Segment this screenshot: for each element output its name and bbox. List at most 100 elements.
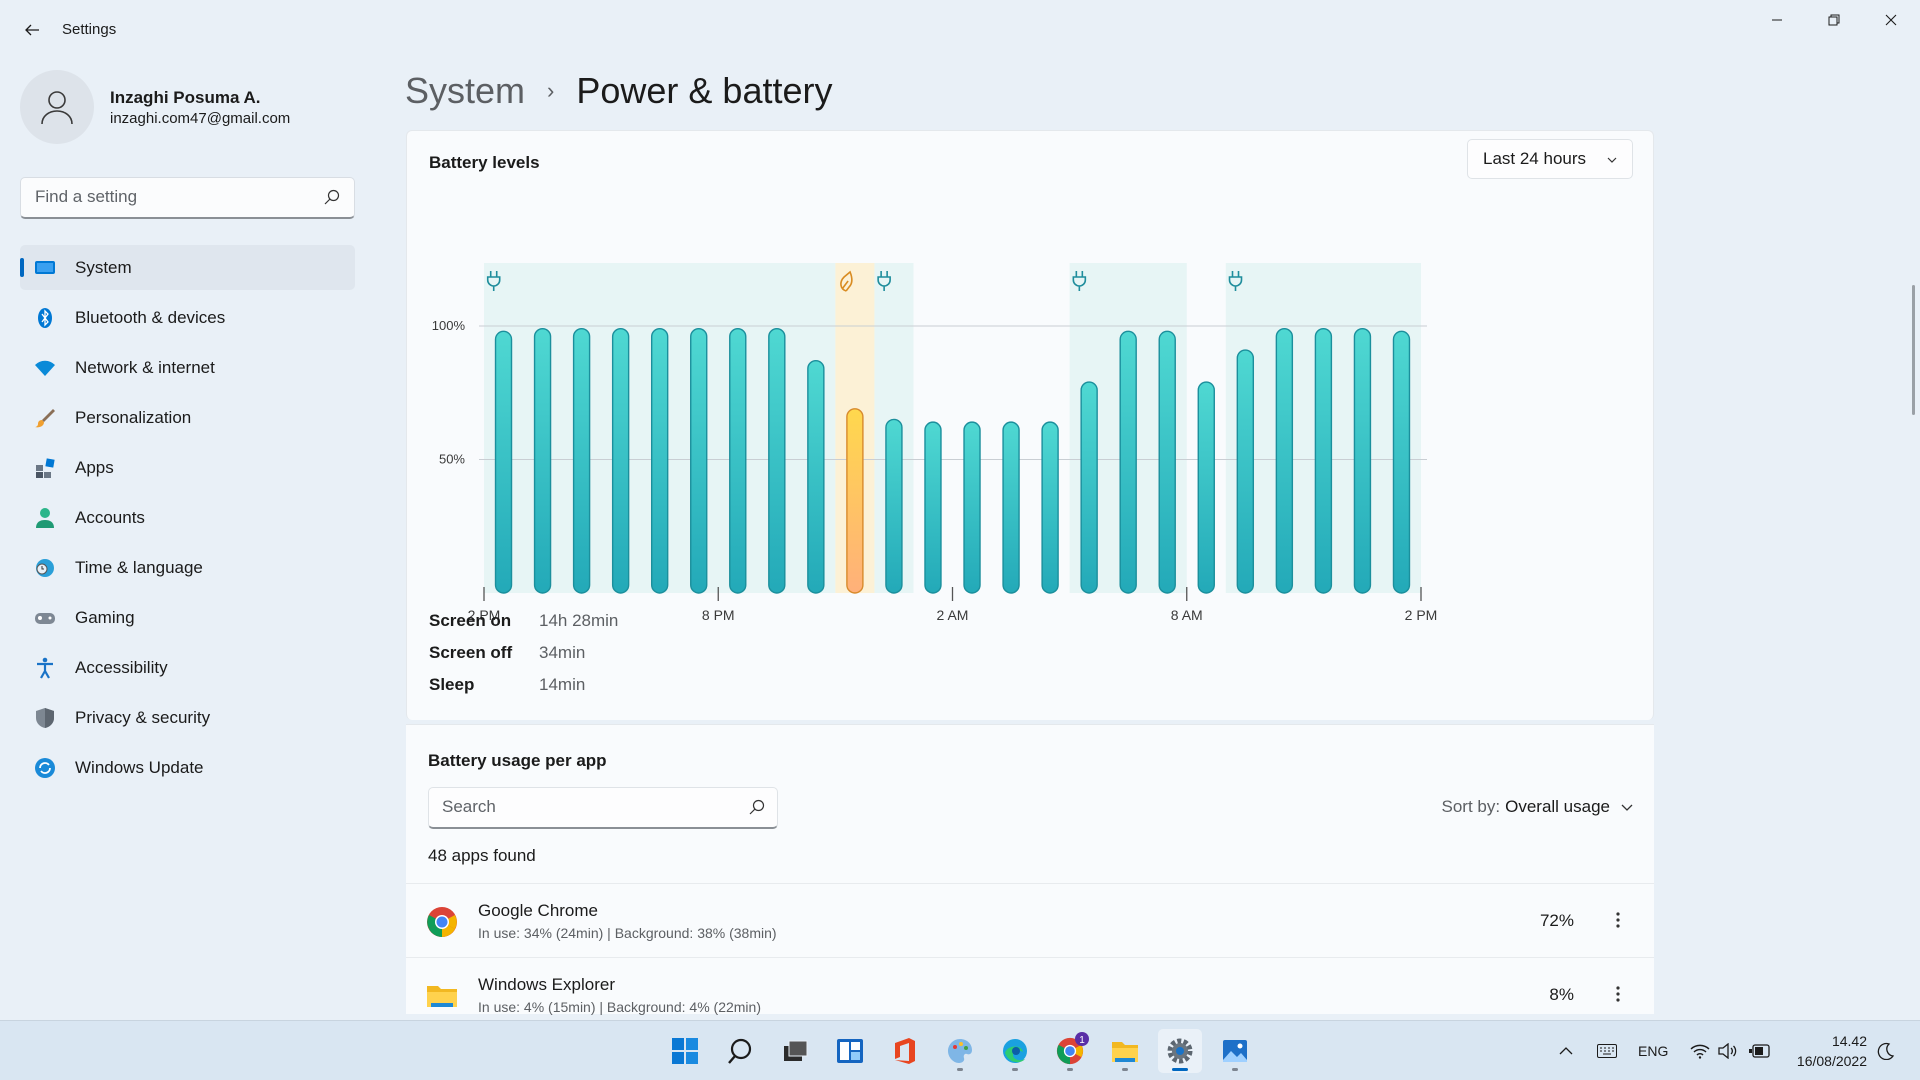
sidebar-item-personalization[interactable]: Personalization [20,395,355,440]
x-tick-label: 2 PM [1405,607,1438,623]
update-icon [34,757,56,779]
globe-clock-icon [34,557,56,579]
folder-icon [427,986,457,1007]
breadcrumb: System › Power & battery [405,70,832,112]
edge-button[interactable] [993,1029,1037,1073]
stat-sleep: Sleep 14min [429,669,618,701]
sidebar-nav: System Bluetooth & devices Network & int… [20,245,355,795]
settings-search[interactable] [20,177,355,219]
search-icon[interactable] [749,799,765,815]
app-search-box[interactable] [428,787,778,829]
system-clock[interactable]: 14.42 16/08/2022 [1785,1031,1867,1071]
sidebar-item-accessibility[interactable]: Accessibility [20,645,355,690]
running-indicator [1012,1068,1018,1071]
battery-bar [924,421,942,594]
more-options-button[interactable] [1604,980,1632,1008]
app-usage-percent: 8% [1549,985,1574,1004]
volume-icon [1718,1043,1737,1059]
minimize-icon [1772,19,1782,21]
battery-status[interactable] [1749,1021,1771,1080]
breadcrumb-parent[interactable]: System [405,70,525,112]
user-profile[interactable]: Inzaghi Posuma A. inzaghi.com47@gmail.co… [20,68,360,148]
more-options-button[interactable] [1604,906,1632,934]
taskbar-search-button[interactable] [718,1029,762,1073]
running-indicator [1067,1068,1073,1071]
sidebar-item-privacy[interactable]: Privacy & security [20,695,355,740]
taskbar: 1 ENG 14.42 16/08/2022 [0,1020,1920,1080]
battery-usage-title: Battery usage per app [428,751,607,770]
edge-icon [1003,1039,1027,1063]
battery-bar [1314,327,1333,594]
file-explorer-icon [1112,1042,1138,1062]
sidebar-item-network[interactable]: Network & internet [20,345,355,390]
wifi-status[interactable] [1690,1021,1710,1080]
office-button[interactable] [883,1029,927,1073]
sort-dropdown[interactable]: Sort by: Overall usage [1442,797,1634,817]
sidebar-item-apps[interactable]: Apps [20,445,355,490]
user-email: inzaghi.com47@gmail.com [110,110,291,127]
wifi-icon [1690,1044,1710,1059]
battery-usage-card: Battery usage per app Sort by: Overall u… [406,724,1654,1015]
app-usage-detail: In use: 34% (24min) | Background: 38% (3… [478,925,777,941]
app-search-input[interactable] [429,788,729,826]
widgets-button[interactable] [828,1029,872,1073]
start-button[interactable] [663,1029,707,1073]
scrollbar-thumb[interactable] [1912,285,1915,415]
y-tick-label: 50% [439,452,465,467]
battery-bar [1236,349,1255,594]
sidebar-item-accounts[interactable]: Accounts [20,495,355,540]
minimize-button[interactable] [1748,0,1806,40]
volume-status[interactable] [1718,1021,1738,1080]
input-language[interactable]: ENG [1638,1021,1668,1080]
task-view-icon [784,1040,808,1061]
battery-bar [690,327,708,594]
battery-bar [1002,421,1020,594]
sidebar-item-windows-update[interactable]: Windows Update [20,745,355,790]
sidebar-item-gaming[interactable]: Gaming [20,595,355,640]
sidebar-item-bluetooth[interactable]: Bluetooth & devices [20,295,355,340]
sidebar-item-label: Gaming [75,607,135,627]
more-vertical-icon [1616,986,1620,1002]
settings-taskbar-button[interactable] [1158,1029,1202,1073]
paint-icon [948,1039,972,1063]
battery-bar [1392,330,1411,594]
person-icon [34,507,56,529]
time-range-dropdown[interactable]: Last 24 hours [1467,139,1633,179]
battery-bar [611,327,630,594]
search-icon[interactable] [324,189,340,205]
x-tick-label: 8 PM [702,607,735,623]
file-explorer-button[interactable] [1103,1029,1147,1073]
search-input[interactable] [21,178,311,216]
time-range-value: Last 24 hours [1483,149,1587,168]
task-view-button[interactable] [773,1029,817,1073]
back-button[interactable] [14,14,50,46]
battery-bar [885,418,903,594]
sidebar-item-label: Accessibility [75,657,168,677]
battery-bar [846,408,864,594]
stat-value: 34min [539,643,586,662]
close-icon [1885,14,1897,26]
sidebar-item-system[interactable]: System [20,245,355,290]
battery-bar [729,327,747,594]
paint-button[interactable] [938,1029,982,1073]
more-vertical-icon [1616,912,1620,928]
stat-label: Screen on [429,611,512,630]
stat-screen-on: Screen on 14h 28min [429,605,618,637]
show-hidden-icons[interactable] [1558,1021,1574,1080]
stat-value: 14h 28min [539,611,619,630]
touch-keyboard[interactable] [1597,1021,1617,1080]
y-tick-label: 100% [432,318,466,333]
sidebar-item-time-language[interactable]: Time & language [20,545,355,590]
settings-icon [1167,1038,1193,1064]
restore-button[interactable] [1805,0,1863,40]
battery-bar [650,327,669,594]
chrome-button[interactable]: 1 [1048,1029,1092,1073]
photos-button[interactable] [1213,1029,1257,1073]
chevron-down-icon [1621,804,1633,811]
brush-icon [34,407,56,429]
focus-assist[interactable] [1877,1021,1895,1080]
close-button[interactable] [1862,0,1920,40]
app-row[interactable]: Google Chrome In use: 34% (24min) | Back… [406,883,1654,957]
chevron-up-icon [1559,1047,1573,1055]
bluetooth-icon [34,307,56,329]
